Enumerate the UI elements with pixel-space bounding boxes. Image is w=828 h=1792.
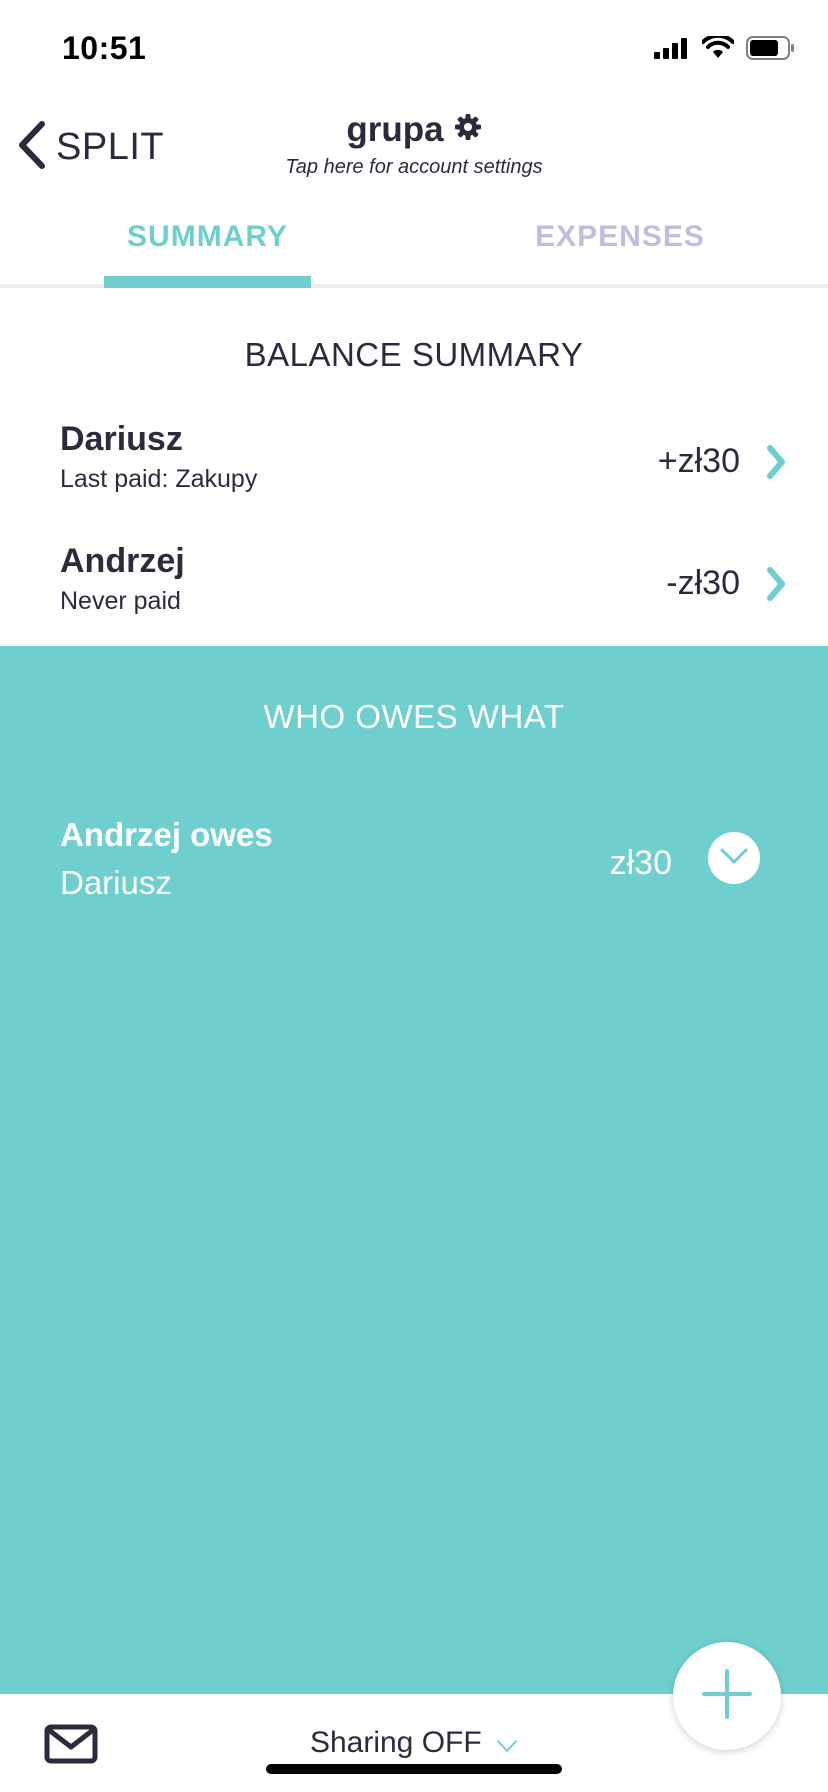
battery-icon: [746, 36, 796, 65]
plus-icon: [700, 1667, 754, 1726]
debt-amount: zł30: [609, 844, 672, 882]
status-time: 10:51: [62, 30, 147, 66]
chevron-down-icon: [496, 1727, 518, 1761]
group-title: grupa: [346, 110, 481, 150]
split-group-summary-screen: 10:51 SPLIT grupa Tap here for account s…: [0, 0, 828, 1792]
account-settings-link[interactable]: grupa Tap here for account settings: [0, 110, 828, 179]
home-indicator: [266, 1764, 562, 1774]
account-settings-hint: Tap here for account settings: [285, 156, 543, 178]
balance-row-andrzej[interactable]: Andrzej Never paid -zł30: [60, 542, 788, 632]
chevron-right-icon: [764, 564, 788, 609]
who-owes-what-title: WHO OWES WHAT: [263, 698, 565, 735]
chevron-right-icon: [764, 442, 788, 487]
tab-bar: SUMMARY EXPENSES: [0, 200, 828, 288]
status-bar: 10:51: [0, 0, 828, 100]
nav-header: SPLIT grupa Tap here for account setting…: [0, 100, 828, 200]
balance-amount: -zł30: [666, 564, 740, 602]
balance-row-dariusz[interactable]: Dariusz Last paid: Zakupy +zł30: [60, 420, 788, 510]
status-icons: [654, 33, 796, 65]
debt-row: Andrzej owes Dariusz zł30: [60, 816, 760, 916]
expand-debt-button[interactable]: [708, 832, 760, 884]
tab-expenses[interactable]: EXPENSES: [530, 220, 710, 254]
balance-amount: +zł30: [657, 442, 740, 480]
group-name: grupa: [346, 110, 444, 149]
cellular-signal-icon: [654, 37, 690, 64]
who-owes-what-panel: WHO OWES WHAT Andrzej owes Dariusz zł30: [0, 646, 828, 1694]
tab-summary[interactable]: SUMMARY: [104, 220, 311, 254]
add-expense-button[interactable]: [673, 1642, 781, 1750]
balance-summary-title: BALANCE SUMMARY: [244, 336, 584, 373]
gear-icon: [454, 110, 482, 150]
chevron-down-icon: [719, 846, 749, 871]
sharing-label: Sharing OFF: [309, 1726, 482, 1759]
active-tab-indicator: [104, 276, 311, 288]
wifi-icon: [701, 33, 735, 65]
